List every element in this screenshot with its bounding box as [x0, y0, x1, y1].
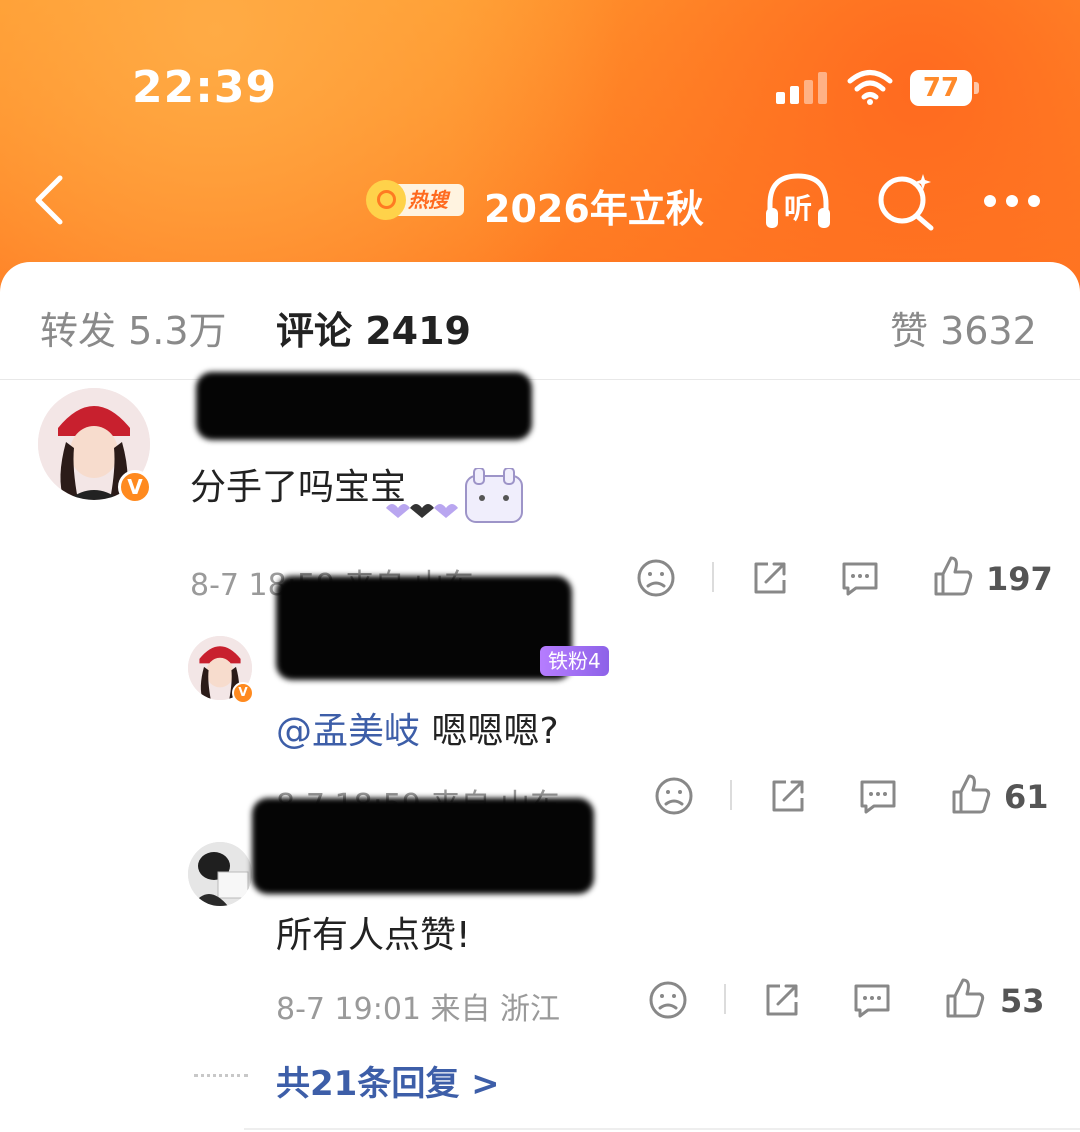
back-icon[interactable] [26, 170, 76, 230]
tab-reposts[interactable]: 转发 5.3万 [40, 300, 227, 355]
page-title[interactable]: 2026年立秋 [484, 178, 704, 233]
headphones-icon: 听 [766, 173, 830, 228]
share-icon[interactable] [760, 978, 804, 1022]
avatar[interactable] [188, 842, 252, 906]
header-bar: 22:39 77 热搜 2026年立秋 听 [0, 0, 1080, 300]
dislike-face-icon[interactable] [646, 978, 690, 1022]
redacted-username [196, 372, 532, 440]
battery-level: 77 [910, 70, 972, 106]
more-options-icon[interactable] [980, 190, 1044, 210]
redacted-username [252, 798, 594, 894]
comment-text: 分手了吗宝宝 [190, 467, 407, 508]
view-more-replies-link[interactable]: 共21条回复 > [276, 1056, 500, 1105]
divider [244, 1128, 1080, 1130]
mention-link[interactable]: @孟美岐 [276, 711, 420, 752]
thread-dots [194, 1074, 248, 1078]
divider [724, 984, 726, 1014]
search-badge-icon [366, 180, 406, 220]
reply-body: 嗯嗯嗯? [431, 711, 559, 752]
comment-icon[interactable] [856, 774, 900, 818]
comment-icon[interactable] [850, 978, 894, 1022]
like-icon[interactable] [930, 554, 974, 598]
redacted-username [276, 576, 572, 680]
listen-label: 听 [784, 192, 812, 225]
listen-button[interactable]: 听 [762, 170, 834, 232]
tab-bar: 转发 5.3万 评论 2419 赞 3632 [0, 262, 1080, 380]
bunny-emoji-icon [386, 468, 523, 523]
comment-icon[interactable] [838, 556, 882, 600]
divider [730, 780, 732, 810]
dislike-face-icon[interactable] [652, 774, 696, 818]
like-count: 197 [986, 560, 1053, 598]
wifi-icon [847, 70, 893, 105]
search-icon[interactable] [876, 170, 936, 232]
tab-comments[interactable]: 评论 2419 [276, 300, 471, 355]
cellular-signal-icon [776, 72, 830, 104]
like-count: 53 [1000, 982, 1045, 1020]
verified-badge: V [118, 470, 152, 504]
like-count: 61 [1004, 778, 1049, 816]
tab-likes[interactable]: 赞 3632 [890, 300, 1037, 355]
comment-meta: 8-7 19:01 来自 浙江 [276, 992, 561, 1027]
like-icon[interactable] [948, 772, 992, 816]
dislike-face-icon[interactable] [634, 556, 678, 600]
fan-level-badge: 铁粉4 [540, 646, 609, 676]
verified-badge: V [232, 682, 254, 704]
battery-icon: 77 [910, 70, 980, 106]
share-icon[interactable] [748, 556, 792, 600]
divider [712, 562, 714, 592]
reply-text: @孟美岐 嗯嗯嗯? [276, 702, 559, 754]
hot-search-badge[interactable]: 热搜 [366, 180, 464, 220]
status-time: 22:39 [132, 62, 278, 113]
reply-text: 所有人点赞! [276, 915, 471, 956]
share-icon[interactable] [766, 774, 810, 818]
avatar-photo [188, 842, 252, 906]
like-icon[interactable] [942, 976, 986, 1020]
